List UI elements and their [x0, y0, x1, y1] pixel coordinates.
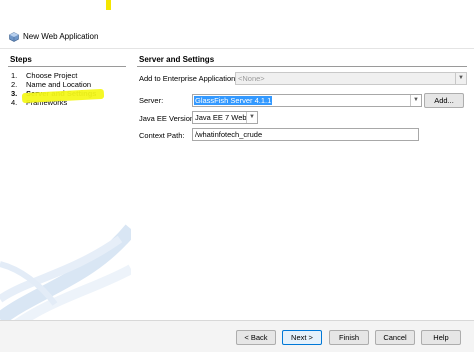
chevron-down-icon[interactable]: ▼: [246, 112, 257, 123]
back-button[interactable]: < Back: [236, 330, 276, 345]
step-number: 1.: [11, 71, 18, 80]
window-title: New Web Application: [23, 32, 99, 41]
steps-divider: [8, 66, 126, 67]
server-label: Server:: [139, 96, 164, 105]
chevron-down-icon: ▼: [455, 73, 466, 84]
context-path-input[interactable]: /whatinfotech_crude: [192, 128, 419, 141]
enterprise-label: Add to Enterprise Application:: [139, 74, 238, 83]
highlight-mark: [106, 0, 111, 10]
context-path-label: Context Path:: [139, 131, 185, 140]
button-bar: < Back Next > Finish Cancel Help: [0, 321, 474, 352]
add-server-button[interactable]: Add...: [424, 93, 464, 108]
step-number: 2.: [11, 80, 18, 89]
wizard-watermark-graphic: [0, 224, 131, 320]
finish-button[interactable]: Finish: [329, 330, 369, 345]
settings-panel: Server and Settings Add to Enterprise Ap…: [132, 49, 474, 320]
help-button[interactable]: Help: [421, 330, 461, 345]
cancel-button[interactable]: Cancel: [375, 330, 415, 345]
step-name-and-location: 2. Name and Location: [11, 80, 129, 89]
chevron-down-icon[interactable]: ▼: [410, 95, 421, 106]
context-path-value: /whatinfotech_crude: [195, 130, 263, 139]
settings-divider: [137, 66, 467, 67]
javaee-version-value: Java EE 7 Web: [195, 113, 247, 122]
settings-header: Server and Settings: [139, 55, 215, 64]
javaee-version-select[interactable]: Java EE 7 Web ▼: [192, 111, 258, 124]
title-bar: New Web Application: [0, 26, 474, 49]
step-choose-project: 1. Choose Project: [11, 71, 129, 80]
netbeans-cube-icon: [9, 32, 19, 42]
steps-panel: Steps 1. Choose Project 2. Name and Loca…: [0, 49, 131, 320]
javaee-version-label: Java EE Version:: [139, 114, 197, 123]
enterprise-app-select: <None> ▼: [235, 72, 467, 85]
step-label: Choose Project: [26, 71, 78, 80]
next-button[interactable]: Next >: [282, 330, 322, 345]
wizard-window: New Web Application Steps 1. Choose Proj…: [0, 0, 474, 352]
server-value: GlassFish Server 4.1.1: [194, 96, 273, 105]
step-label: Name and Location: [26, 80, 92, 89]
server-select[interactable]: GlassFish Server 4.1.1 ▼: [192, 94, 422, 107]
steps-header: Steps: [10, 55, 32, 64]
enterprise-app-value: <None>: [238, 74, 265, 83]
